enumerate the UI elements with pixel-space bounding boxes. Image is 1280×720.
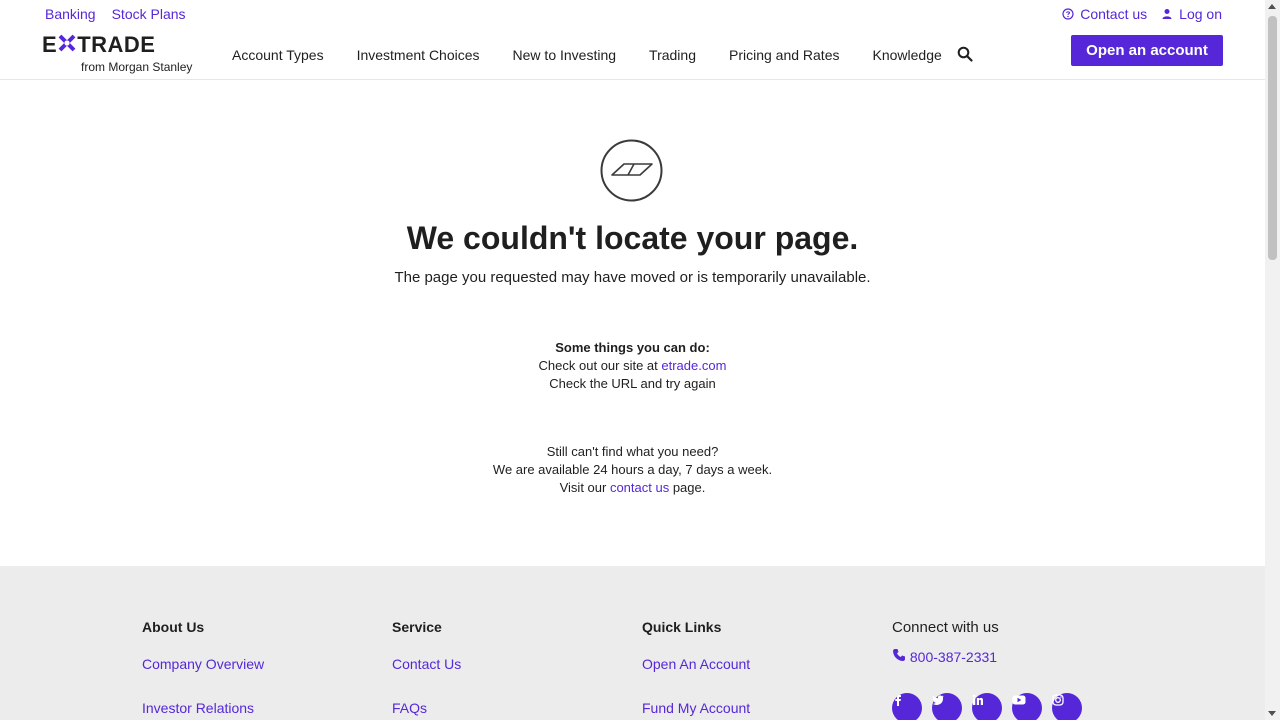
footer-investor-relations-link[interactable]: Investor Relations [142, 700, 264, 716]
scroll-thumb[interactable] [1268, 16, 1277, 260]
search-icon[interactable] [957, 46, 973, 62]
suggestion-check-site: Check out our site at etrade.com [0, 357, 1265, 375]
help-visit-suffix: page. [669, 480, 706, 495]
user-icon [1162, 9, 1172, 19]
nav-account-types[interactable]: Account Types [232, 47, 324, 63]
log-on-link[interactable]: Log on [1161, 6, 1222, 22]
footer-connect-column: Connect with us 800-387-2331 [892, 619, 1082, 720]
suggestion-check-site-text: Check out our site at [538, 358, 662, 373]
instagram-icon[interactable] [1052, 693, 1082, 720]
nav-new-to-investing[interactable]: New to Investing [513, 47, 617, 63]
scroll-up-arrow-icon[interactable] [1268, 4, 1276, 9]
help-visit-prefix: Visit our [559, 480, 610, 495]
footer-phone-number: 800-387-2331 [909, 649, 998, 665]
contact-us-link[interactable]: Contact us [1062, 6, 1147, 22]
footer-service-column: Service Contact Us FAQs [392, 619, 461, 720]
nav-knowledge[interactable]: Knowledge [873, 47, 942, 63]
footer-contact-us-link[interactable]: Contact Us [392, 656, 461, 672]
footer-faqs-link[interactable]: FAQs [392, 700, 461, 716]
etrade-logo[interactable]: E TRADE from Morgan Stanley [42, 34, 194, 76]
page-scrollbar[interactable] [1265, 0, 1280, 720]
help-still-cant: Still can't find what you need? [546, 444, 719, 459]
footer-about-column: About Us Company Overview Investor Relat… [142, 619, 264, 720]
facebook-icon[interactable] [892, 693, 922, 720]
twitter-icon[interactable] [932, 693, 962, 720]
footer-quick-links-column: Quick Links Open An Account Fund My Acco… [642, 619, 750, 720]
page: Banking Stock Plans Contact us Log on E … [0, 0, 1265, 720]
nav-investment-choices[interactable]: Investment Choices [357, 47, 480, 63]
logo-x-icon [57, 34, 77, 56]
scroll-down-arrow-icon[interactable] [1268, 711, 1276, 716]
utility-nav-right: Contact us Log on [1062, 6, 1222, 22]
footer-fund-account-link[interactable]: Fund My Account [642, 700, 750, 716]
site-header: Banking Stock Plans Contact us Log on E … [0, 0, 1265, 80]
footer-company-overview-link[interactable]: Company Overview [142, 656, 264, 672]
linkedin-icon[interactable] [972, 693, 1002, 720]
footer-service-heading: Service [392, 619, 442, 635]
social-links [892, 693, 1082, 720]
nav-pricing-and-rates[interactable]: Pricing and Rates [729, 47, 840, 63]
main-nav: Account Types Investment Choices New to … [232, 47, 975, 63]
footer-phone-link[interactable]: 800-387-2331 [892, 648, 1082, 665]
open-account-button[interactable]: Open an account [1071, 35, 1223, 66]
youtube-icon[interactable] [1012, 693, 1042, 720]
suggestions-heading: Some things you can do: [555, 340, 710, 355]
contact-us-label: Contact us [1080, 6, 1148, 22]
logo-tagline: from Morgan Stanley [81, 60, 193, 74]
site-footer: About Us Company Overview Investor Relat… [0, 566, 1265, 720]
error-content: We couldn't locate your page. The page y… [0, 80, 1265, 566]
etrade-link[interactable]: etrade.com [661, 358, 726, 373]
banking-link[interactable]: Banking [45, 6, 96, 22]
stock-plans-link[interactable]: Stock Plans [112, 6, 186, 22]
utility-nav-left: Banking Stock Plans [45, 6, 186, 22]
logo-trade-text: TRADE [77, 32, 156, 57]
help-availability: We are available 24 hours a day, 7 days … [492, 462, 773, 477]
error-title: We couldn't locate your page. [406, 220, 859, 256]
help-visit: Visit our contact us page. [0, 479, 1265, 497]
footer-about-heading: About Us [142, 619, 205, 635]
contact-us-inline-link[interactable]: contact us [610, 480, 669, 495]
log-on-label: Log on [1179, 6, 1222, 22]
phone-icon [893, 649, 905, 661]
footer-open-account-link[interactable]: Open An Account [642, 656, 750, 672]
suggestions-block: Some things you can do: Check out our si… [0, 339, 1265, 393]
footer-quick-links-heading: Quick Links [642, 619, 722, 635]
broken-page-icon [600, 139, 663, 202]
footer-connect-heading: Connect with us [892, 619, 999, 636]
error-subtitle: The page you requested may have moved or… [394, 269, 871, 286]
logo-wordmark: E TRADE [42, 34, 194, 56]
nav-trading[interactable]: Trading [649, 47, 696, 63]
help-circle-icon [1062, 8, 1074, 20]
logo-letter-e: E [42, 32, 58, 57]
help-block: Still can't find what you need? We are a… [0, 443, 1265, 497]
suggestion-check-url: Check the URL and try again [549, 376, 716, 391]
